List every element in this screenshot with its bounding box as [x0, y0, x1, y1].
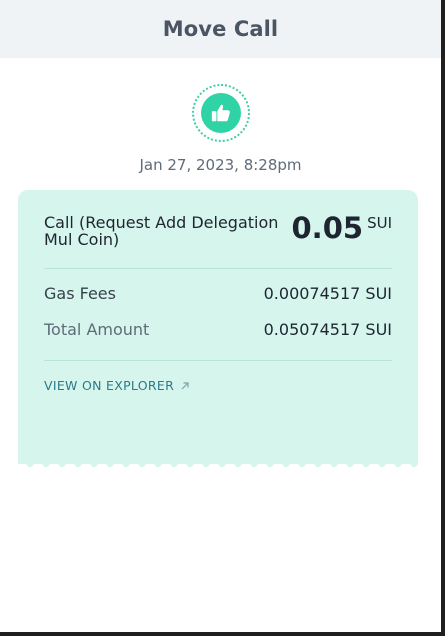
transaction-detail-window: Move Call Jan 27, 2023, 8:28pm Call (Req… [0, 0, 445, 636]
total-amount-value: 0.05074517 SUI [263, 320, 392, 339]
success-badge [200, 93, 241, 133]
call-title: Call (Request Add Delegation Mul Coin) [44, 213, 279, 249]
external-link-icon [180, 381, 190, 391]
header: Move Call [0, 0, 441, 58]
call-amount: 0.05 SUI [292, 212, 393, 244]
gas-fees-value: 0.00074517 SUI [263, 284, 392, 303]
view-on-explorer-link[interactable]: VIEW ON EXPLORER [44, 378, 190, 393]
gas-fees-label: Gas Fees [44, 284, 116, 303]
divider [44, 268, 392, 269]
gas-fees-row: Gas Fees 0.00074517 SUI [44, 284, 392, 303]
amount-unit: SUI [367, 214, 392, 232]
status-area: Jan 27, 2023, 8:28pm [0, 58, 441, 174]
thumbs-up-icon [211, 104, 230, 122]
transaction-date: Jan 27, 2023, 8:28pm [139, 156, 302, 174]
status-ring [191, 84, 250, 142]
receipt-edge [18, 458, 418, 467]
divider [44, 360, 392, 361]
call-summary: Call (Request Add Delegation Mul Coin) 0… [44, 212, 392, 268]
total-amount-row: Total Amount 0.05074517 SUI [44, 320, 392, 339]
amount-value: 0.05 [291, 211, 364, 245]
total-amount-label: Total Amount [44, 320, 150, 339]
view-on-explorer-label: VIEW ON EXPLORER [44, 378, 175, 393]
transaction-card: Call (Request Add Delegation Mul Coin) 0… [18, 190, 418, 464]
page-title: Move Call [162, 17, 279, 41]
